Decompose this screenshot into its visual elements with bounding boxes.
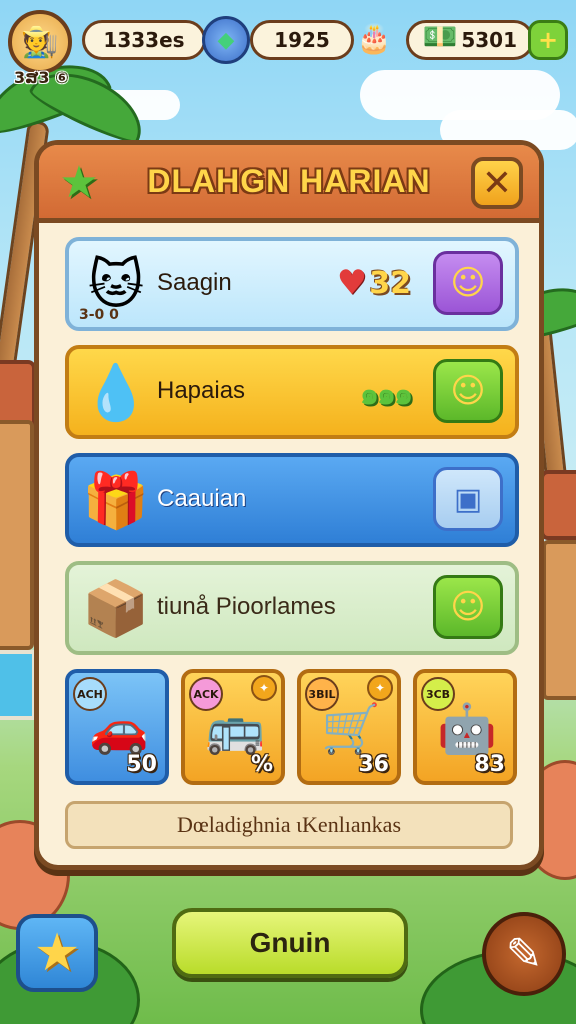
smiley-icon: ☺ bbox=[450, 371, 486, 411]
claim-button[interactable]: ☺ bbox=[433, 575, 503, 639]
item-value: 83 bbox=[474, 752, 505, 777]
resource-1-counter: 1333es bbox=[82, 20, 206, 60]
quest-label: Hapaias bbox=[157, 377, 246, 404]
item-card[interactable]: 3BIL ✦ 🛒 36 bbox=[297, 669, 401, 785]
panel-footer-text: Dœladighnia ιKenlıankas bbox=[65, 801, 513, 849]
panel-title: DLAHGN HARIAN bbox=[147, 163, 431, 199]
quest-reward: ๑๑๑ bbox=[359, 371, 413, 418]
plus-icon[interactable]: + bbox=[528, 20, 568, 60]
quest-label: Caauian bbox=[157, 485, 247, 512]
smiley-icon: ☺ bbox=[450, 263, 486, 303]
player-avatar[interactable]: 🧑‍🌾 bbox=[8, 10, 72, 74]
quest-row[interactable]: 🐱 3-0 0 Saagin ♥ 32 ☺ bbox=[65, 237, 519, 331]
cash-icon: ๑๑๑ bbox=[359, 377, 413, 412]
player-level: 3ສ3 ⑥ bbox=[14, 68, 69, 87]
edit-button[interactable]: ✎ bbox=[482, 912, 566, 996]
quest-row[interactable]: 🎁 Caauian ▣ bbox=[65, 453, 519, 547]
item-value: 50 bbox=[126, 752, 157, 777]
close-icon: ✕ bbox=[481, 162, 513, 204]
quest-label: tiunå Pioorlames bbox=[157, 593, 336, 620]
star-icon: ★ bbox=[33, 923, 81, 983]
quest-badge: 3-0 0 bbox=[79, 307, 119, 323]
resource-3-value: 5301 bbox=[461, 28, 517, 52]
main-action-button[interactable]: Gnuin bbox=[172, 908, 408, 978]
gift-box-icon: 🎁 bbox=[82, 469, 150, 532]
blue-bag-icon: 💧 bbox=[82, 361, 150, 424]
claim-button[interactable]: ☺ bbox=[433, 251, 503, 315]
panel-header: ★ DLAHGN HARIAN ✕ bbox=[39, 145, 539, 223]
box-icon: ▣ bbox=[453, 481, 483, 517]
item-value: 36 bbox=[358, 752, 389, 777]
resource-2-counter: 1925 bbox=[250, 20, 354, 60]
heart-icon: ♥ bbox=[336, 263, 368, 303]
avatar-icon: 🧑‍🌾 bbox=[21, 24, 59, 60]
quest-label: Saagin bbox=[157, 269, 232, 296]
item-card[interactable]: ACH 🚗 50 bbox=[65, 669, 169, 785]
quest-reward-value: 32 bbox=[369, 265, 411, 301]
pencil-icon: ✎ bbox=[505, 928, 543, 980]
item-card[interactable]: 3CB 🤖 83 bbox=[413, 669, 517, 785]
item-value: % bbox=[250, 752, 273, 777]
cake-icon: 🎂 bbox=[356, 21, 392, 55]
cash-stack-icon: 💵 bbox=[422, 19, 458, 53]
resource-1-value: 1333es bbox=[103, 28, 185, 52]
claim-button[interactable]: ☺ bbox=[433, 359, 503, 423]
green-gem-icon: ◆ bbox=[202, 16, 250, 64]
quest-reward: ♥ 32 bbox=[337, 263, 411, 303]
smiley-icon: ☺ bbox=[450, 587, 486, 627]
favorites-button[interactable]: ★ bbox=[16, 914, 98, 992]
close-button[interactable]: ✕ bbox=[471, 157, 523, 209]
quest-row[interactable]: 📦 tiunå Pioorlames ☺ bbox=[65, 561, 519, 655]
quest-row[interactable]: 💧 Hapaias ๑๑๑ ☺ bbox=[65, 345, 519, 439]
daily-quest-panel: ★ DLAHGN HARIAN ✕ 🐱 3-0 0 Saagin ♥ 32 ☺ … bbox=[34, 140, 544, 870]
resource-2-value: 1925 bbox=[274, 28, 330, 52]
claim-button[interactable]: ▣ bbox=[433, 467, 503, 531]
treasure-chest-icon: 📦 bbox=[82, 577, 150, 640]
item-card[interactable]: ACK ✦ 🚌 % bbox=[181, 669, 285, 785]
top-bar: 🧑‍🌾 3ສ3 ⑥ 1333es ◆ 1925 🎂 5301 💵 + bbox=[6, 10, 570, 87]
